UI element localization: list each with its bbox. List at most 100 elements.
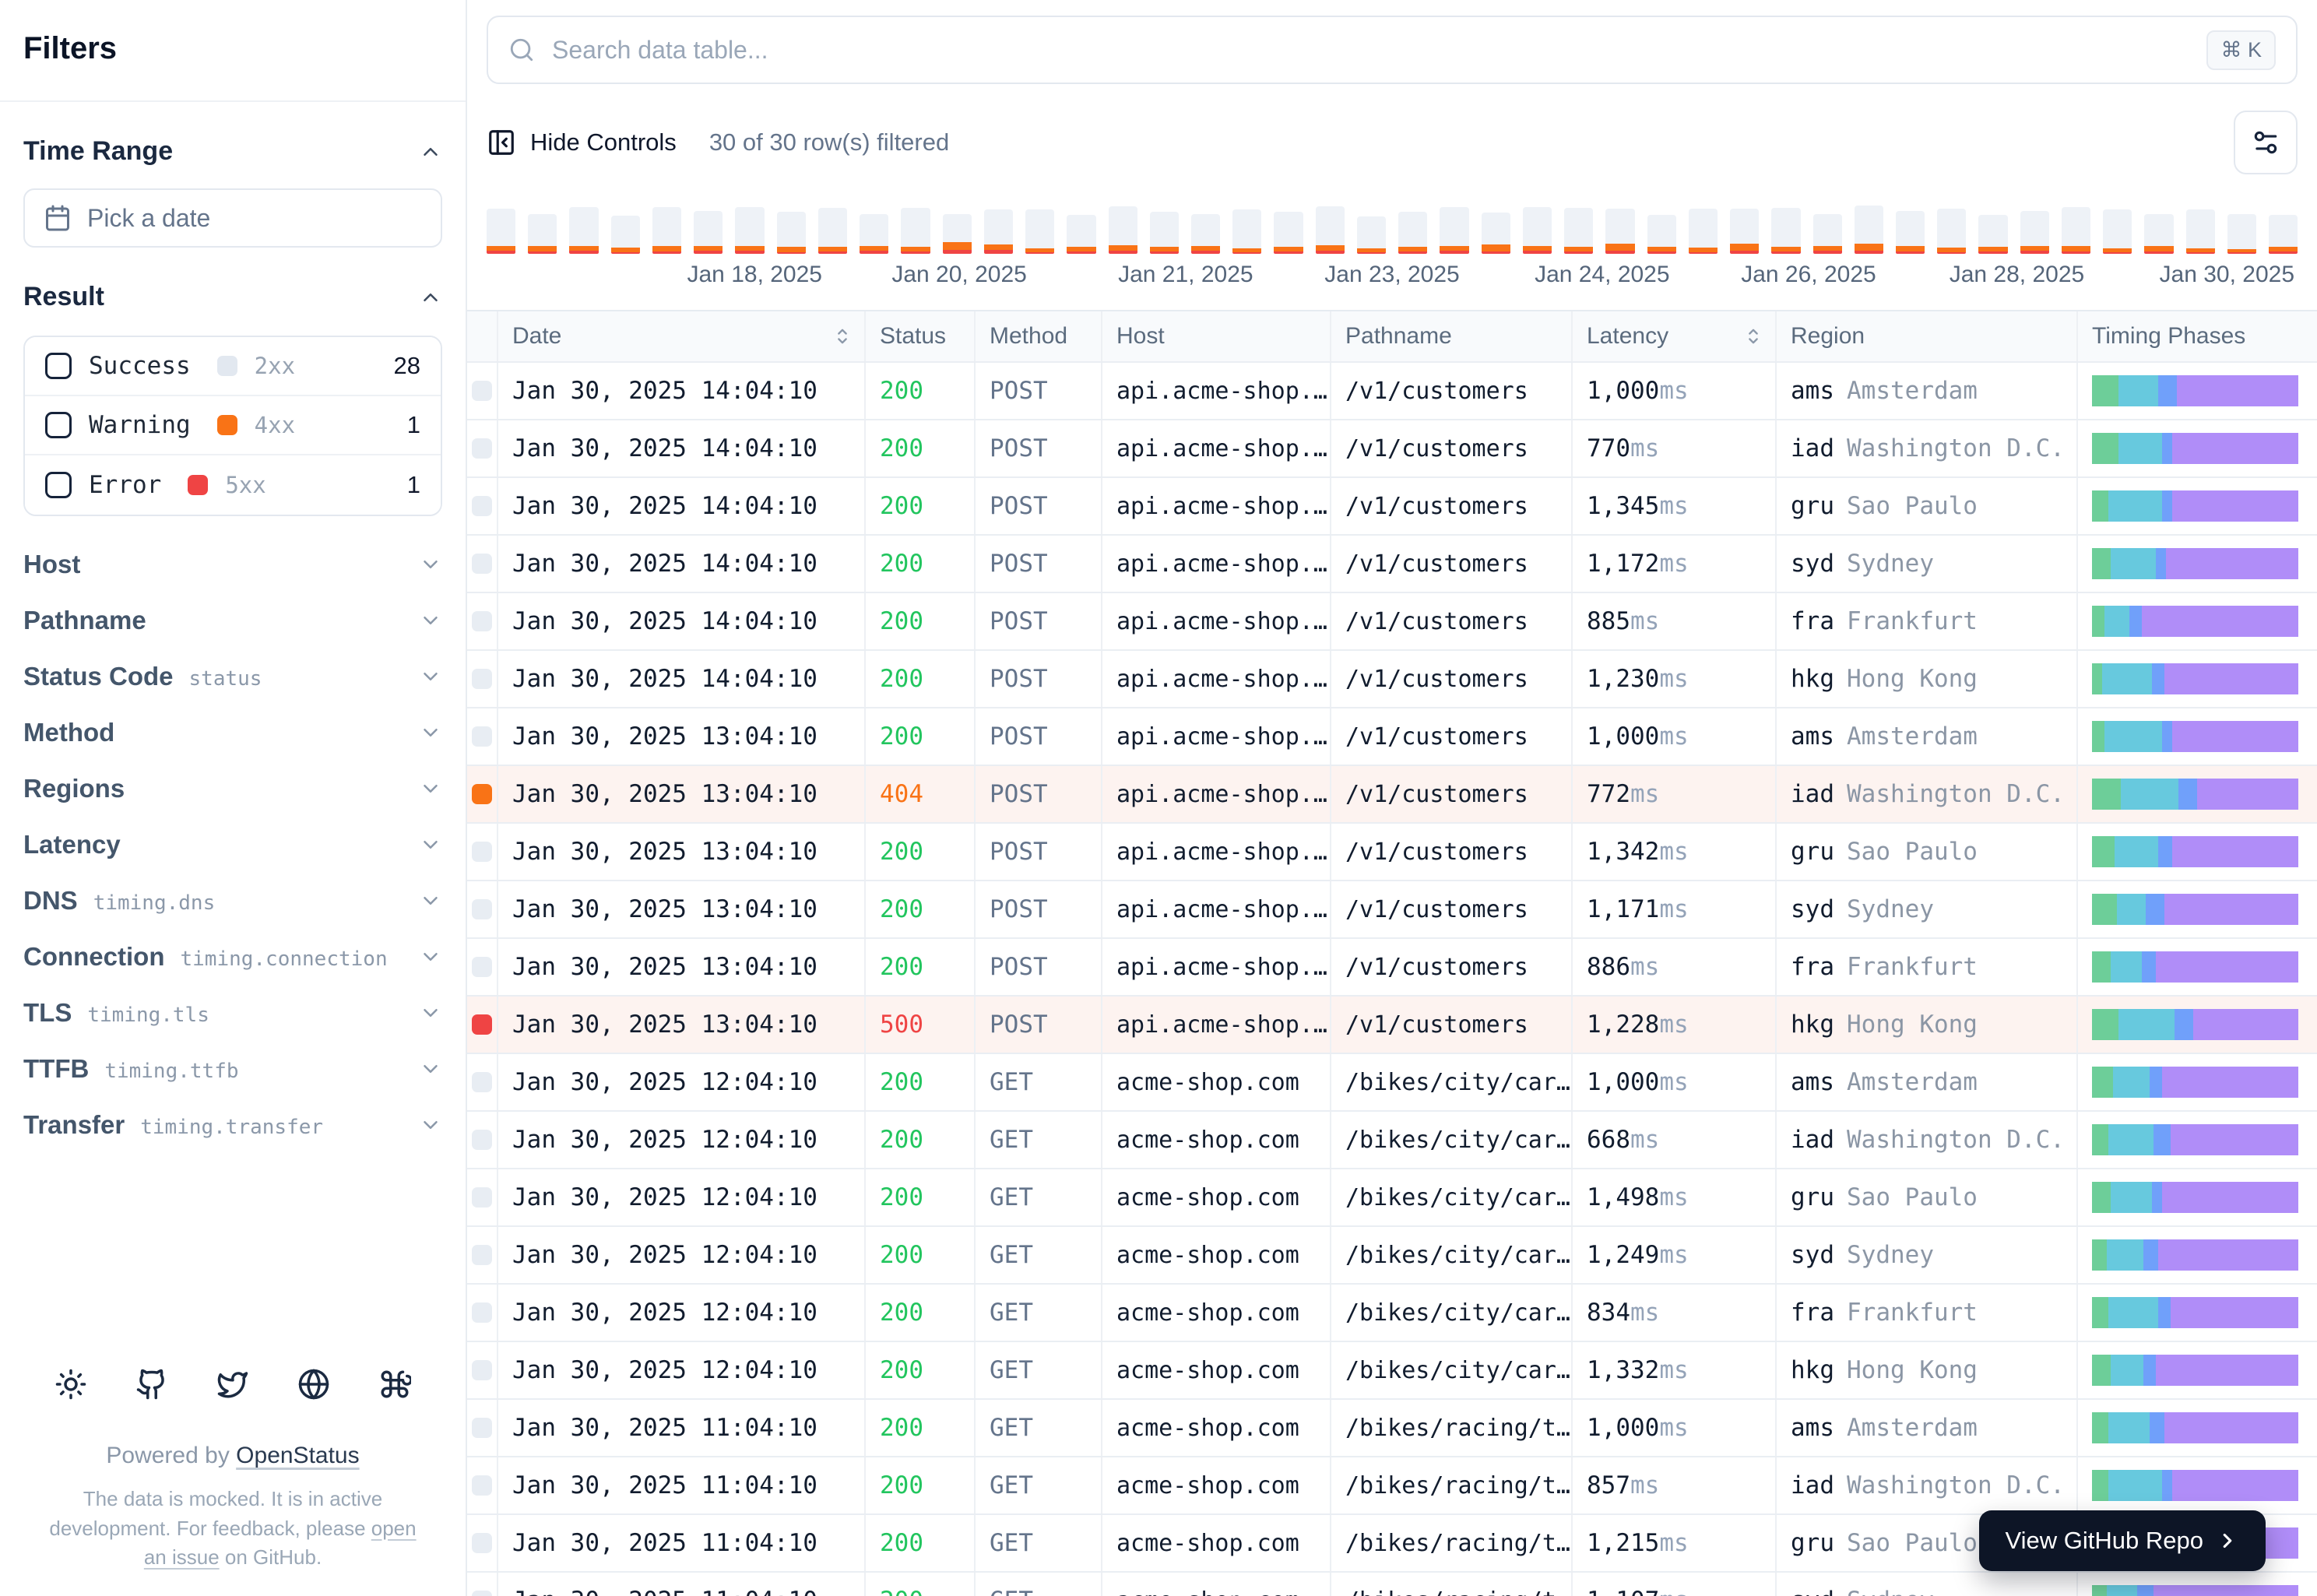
histogram-bar[interactable]	[942, 206, 972, 254]
histogram-bar[interactable]	[1190, 206, 1221, 254]
table-row[interactable]: Jan 30, 2025 14:04:10 200 POST api.acme-sho…	[467, 420, 2317, 478]
table-row[interactable]: Jan 30, 2025 12:04:10 200 GET acme-shop.com…	[467, 1112, 2317, 1169]
histogram-bar[interactable]	[1025, 206, 1055, 254]
histogram-bar[interactable]	[2020, 206, 2049, 254]
histogram-bar[interactable]	[2227, 206, 2257, 254]
histogram-bar[interactable]	[776, 206, 806, 254]
histogram-bar[interactable]	[1854, 206, 1883, 254]
histogram-bar[interactable]	[1274, 206, 1303, 254]
table-row[interactable]: Jan 30, 2025 14:04:10 200 POST api.acme-sho…	[467, 536, 2317, 593]
histogram-bar[interactable]	[817, 206, 848, 254]
histogram-bar[interactable]	[1605, 206, 1635, 254]
globe-icon[interactable]	[297, 1368, 330, 1407]
table-row[interactable]: Jan 30, 2025 12:04:10 200 GET acme-shop.com…	[467, 1227, 2317, 1285]
filter-accordion-dns[interactable]: DNS timing.dns	[23, 873, 442, 929]
histogram-bar[interactable]	[1688, 206, 1718, 254]
search-input[interactable]	[552, 35, 2190, 65]
table-row[interactable]: Jan 30, 2025 11:04:10200GETacme-shop.com…	[467, 1457, 2317, 1515]
histogram-bar[interactable]	[901, 206, 930, 254]
histogram-bar[interactable]	[1315, 206, 1345, 254]
result-option-warning[interactable]: Warning 4xx 1	[25, 396, 441, 455]
filter-accordion-host[interactable]: Host	[23, 536, 442, 592]
table-row[interactable]: Jan 30, 2025 13:04:10 200 POST api.acme-sho…	[467, 708, 2317, 766]
hide-controls-button[interactable]: Hide Controls	[487, 128, 677, 157]
histogram-bar[interactable]	[735, 206, 765, 254]
histogram-bar[interactable]	[983, 206, 1014, 254]
histogram-bar[interactable]	[1481, 206, 1510, 254]
table-row[interactable]: Jan 30, 2025 14:04:10 200 POST api.acme-sho…	[467, 363, 2317, 420]
histogram-bar[interactable]	[1108, 206, 1137, 254]
histogram-bar[interactable]	[1398, 206, 1428, 254]
result-section-header[interactable]: Result	[23, 282, 442, 312]
table-row[interactable]: Jan 30, 2025 12:04:10 200 GET acme-shop.com…	[467, 1169, 2317, 1227]
histogram-bar[interactable]	[1067, 206, 1096, 254]
table-row[interactable]: Jan 30, 2025 13:04:10 404 POST api.acme-sho…	[467, 766, 2317, 824]
filter-accordion-connection[interactable]: Connection timing.connection	[23, 929, 442, 985]
table-row[interactable]: Jan 30, 2025 14:04:10 200 POST api.acme-sho…	[467, 478, 2317, 536]
histogram-bar[interactable]	[860, 206, 889, 254]
histogram-bar[interactable]	[2061, 206, 2091, 254]
result-option-success[interactable]: Success 2xx 28	[25, 337, 441, 396]
histogram-bar[interactable]	[1440, 206, 1469, 254]
date-picker-button[interactable]: Pick a date	[23, 188, 442, 248]
filter-accordion-status-code[interactable]: Status Code status	[23, 649, 442, 705]
histogram-bar[interactable]	[1771, 206, 1801, 254]
histogram-bar[interactable]	[2144, 206, 2174, 254]
histogram-bar[interactable]	[2103, 206, 2132, 254]
view-github-repo-button[interactable]: View GitHub Repo	[1978, 1510, 2266, 1571]
cell-latency: 770 ms	[1573, 420, 1777, 476]
table-row[interactable]: Jan 30, 2025 13:04:10 200 POST api.acme-sho…	[467, 824, 2317, 881]
table-row[interactable]: Jan 30, 2025 11:04:10200GETacme-shop.com…	[467, 1400, 2317, 1457]
histogram-bar[interactable]	[1522, 206, 1552, 254]
filter-accordion-transfer[interactable]: Transfer timing.transfer	[23, 1097, 442, 1153]
table-row[interactable]: Jan 30, 2025 13:04:10 500 POST api.acme-sho…	[467, 997, 2317, 1054]
table-row[interactable]: Jan 30, 2025 11:04:10200GETacme-shop.com…	[467, 1573, 2317, 1596]
bar-error-segment	[735, 251, 765, 254]
histogram-bar[interactable]	[1232, 206, 1262, 254]
twitter-icon[interactable]	[216, 1368, 249, 1407]
checkbox[interactable]	[45, 412, 72, 438]
histogram-bar[interactable]	[1356, 206, 1387, 254]
table-row[interactable]: Jan 30, 2025 13:04:10 200 POST api.acme-sho…	[467, 939, 2317, 997]
histogram-bar[interactable]	[1149, 206, 1179, 254]
result-option-error[interactable]: Error 5xx 1	[25, 455, 441, 515]
bar-warning-segment	[2061, 246, 2091, 251]
filter-accordion-ttfb[interactable]: TTFB timing.ttfb	[23, 1041, 442, 1097]
time-range-section-header[interactable]: Time Range	[23, 136, 442, 167]
histogram-bar[interactable]	[1564, 206, 1594, 254]
command-icon[interactable]	[378, 1368, 413, 1407]
table-row[interactable]: Jan 30, 2025 12:04:10 200 GET acme-shop.com…	[467, 1054, 2317, 1112]
filter-accordion-pathname[interactable]: Pathname	[23, 592, 442, 649]
histogram-bar[interactable]	[528, 206, 557, 254]
histogram-bar[interactable]	[569, 206, 599, 254]
histogram-bar[interactable]	[2185, 206, 2215, 254]
filter-accordion-method[interactable]: Method	[23, 705, 442, 761]
histogram-bar[interactable]	[1730, 206, 1760, 254]
histogram-bar[interactable]	[1937, 206, 1967, 254]
histogram-bar[interactable]	[652, 206, 682, 254]
checkbox[interactable]	[45, 472, 72, 498]
sun-icon[interactable]	[54, 1368, 87, 1407]
table-row[interactable]: Jan 30, 2025 12:04:10 200 GET acme-shop.com…	[467, 1342, 2317, 1400]
filter-accordion-regions[interactable]: Regions	[23, 761, 442, 817]
table-row[interactable]: Jan 30, 2025 14:04:10 200 POST api.acme-sho…	[467, 593, 2317, 651]
github-icon[interactable]	[135, 1368, 168, 1407]
table-row[interactable]: Jan 30, 2025 13:04:10 200 POST api.acme-sho…	[467, 881, 2317, 939]
table-row[interactable]: Jan 30, 2025 12:04:10 200 GET acme-shop.com…	[467, 1285, 2317, 1342]
histogram-bar[interactable]	[610, 206, 640, 254]
histogram-bar[interactable]	[487, 206, 516, 254]
histogram-bar[interactable]	[1647, 206, 1676, 254]
table-row[interactable]: Jan 30, 2025 14:04:10 200 POST api.acme-sho…	[467, 651, 2317, 708]
view-options-button[interactable]	[2234, 111, 2298, 174]
filter-accordion-tls[interactable]: TLS timing.tls	[23, 985, 442, 1041]
histogram-bar[interactable]	[694, 206, 723, 254]
histogram-bar[interactable]	[1812, 206, 1842, 254]
filter-accordion-latency[interactable]: Latency	[23, 817, 442, 873]
column-header-date[interactable]: Date	[498, 311, 866, 361]
histogram-bar[interactable]	[1895, 206, 1925, 254]
openstatus-link[interactable]: OpenStatus	[236, 1443, 359, 1468]
checkbox[interactable]	[45, 353, 72, 379]
column-header-latency[interactable]: Latency	[1573, 311, 1777, 361]
histogram-bar[interactable]	[1978, 206, 2008, 254]
histogram-bar[interactable]	[2269, 206, 2298, 254]
